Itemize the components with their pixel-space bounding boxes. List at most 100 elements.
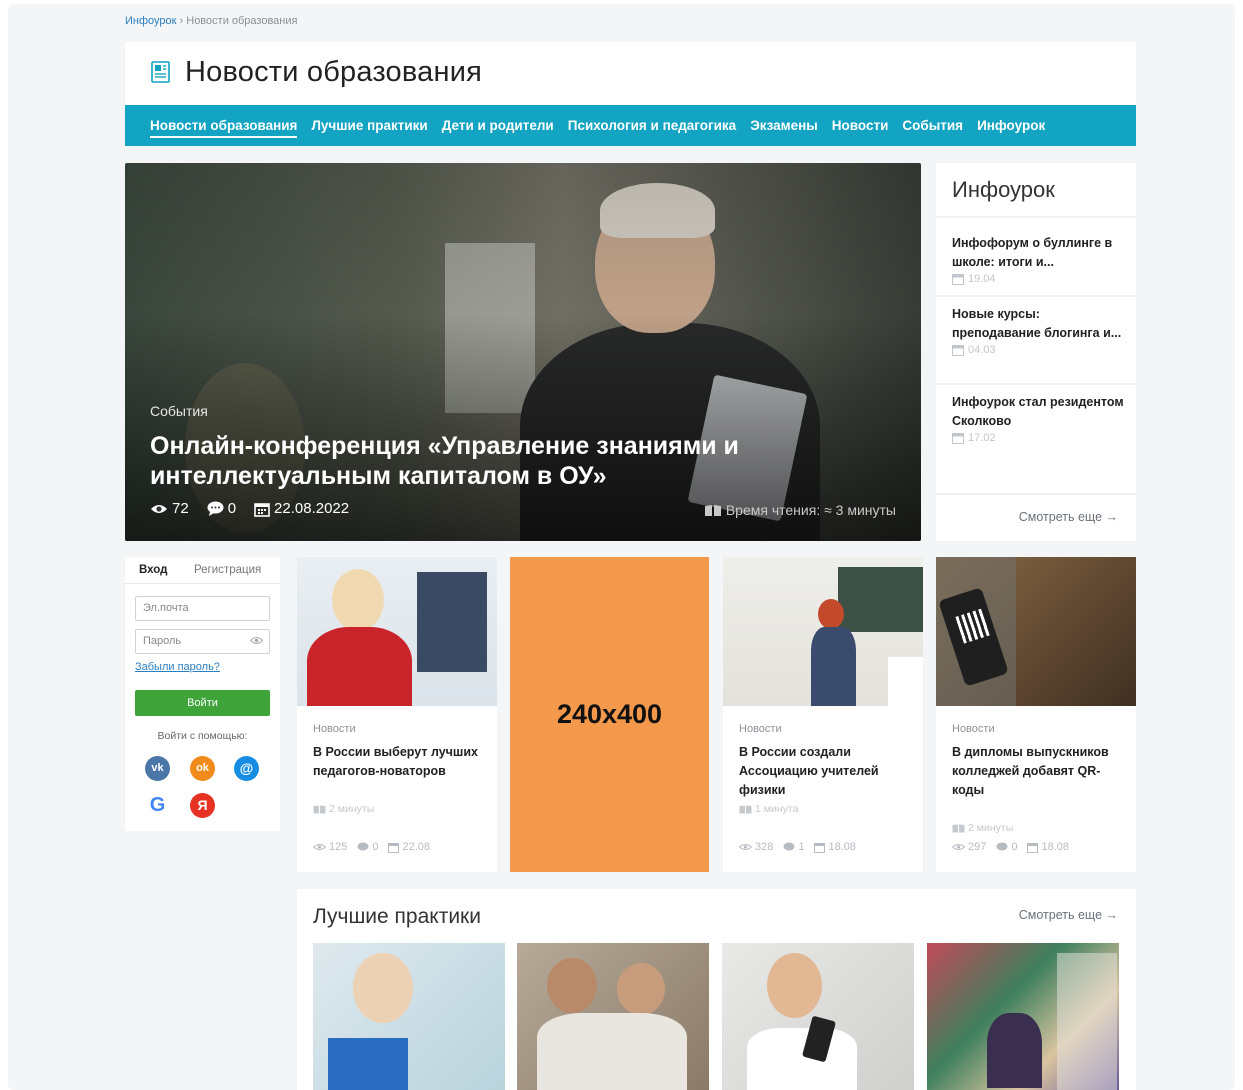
nav-item-infourok[interactable]: Инфоурок xyxy=(977,105,1045,146)
photo-snow xyxy=(1057,953,1117,1090)
sidebar-item-date: 17.02 xyxy=(952,432,1124,444)
nav-item-news[interactable]: Новости xyxy=(832,105,889,146)
hero-date-value: 22.08.2022 xyxy=(274,500,350,517)
news-card-views: 297 xyxy=(968,841,987,853)
practice-image[interactable] xyxy=(517,943,709,1090)
login-via-label: Войти с помощью: xyxy=(157,730,248,742)
practice-image[interactable] xyxy=(927,943,1119,1090)
photo-folder xyxy=(328,1038,408,1090)
hero-views: 72 xyxy=(150,500,189,517)
news-card[interactable]: Новости В России выберут лучших педагого… xyxy=(297,557,497,872)
news-card-image[interactable] xyxy=(297,557,497,706)
mail-ru-icon[interactable]: @ xyxy=(234,756,259,781)
comment-icon xyxy=(996,842,1008,851)
best-practices-more-link[interactable]: Смотреть еще → xyxy=(1019,908,1118,922)
breadcrumb-home-link[interactable]: Инфоурок xyxy=(125,15,176,27)
sidebar-more-link[interactable]: Смотреть еще → xyxy=(1019,510,1118,524)
news-card-views: 328 xyxy=(755,841,774,853)
password-field[interactable]: Пароль xyxy=(135,629,270,654)
nav-item-education-news[interactable]: Новости образования xyxy=(150,105,298,146)
hero-article[interactable]: События Онлайн-конференция «Управление з… xyxy=(125,163,921,541)
sidebar-item[interactable]: Новые курсы: преподавание блогинга и... … xyxy=(952,305,1124,356)
photo-face xyxy=(617,963,665,1015)
odnoklassniki-icon[interactable]: ok xyxy=(190,756,215,781)
photo-hair xyxy=(818,599,844,629)
news-card-category[interactable]: Новости xyxy=(313,723,356,735)
photo-face xyxy=(353,953,413,1023)
tab-register[interactable]: Регистрация xyxy=(194,564,261,576)
yandex-icon[interactable]: Я xyxy=(190,793,215,818)
news-card-read-time: 2 минуты xyxy=(313,803,374,815)
sidebar-item-title[interactable]: Новые курсы: преподавание блогинга и... xyxy=(952,305,1124,343)
book-icon xyxy=(704,504,721,516)
nav-item-exams[interactable]: Экзамены xyxy=(750,105,818,146)
page-title: Новости образования xyxy=(185,56,483,88)
vk-icon[interactable]: vk xyxy=(145,756,170,781)
book-icon xyxy=(313,805,326,813)
news-card-stats: 297 0 18.08 xyxy=(952,841,1079,853)
breadcrumb-separator: › xyxy=(179,15,184,27)
news-card-image[interactable] xyxy=(723,557,923,706)
sidebar-infourok: Инфоурок Инфофорум о буллинге в школе: и… xyxy=(936,163,1136,541)
news-card[interactable]: Новости В дипломы выпускников колледжей … xyxy=(936,557,1136,872)
sidebar-divider xyxy=(936,216,1136,218)
ad-banner[interactable]: 240x400 xyxy=(510,557,709,872)
news-card-read-time-text: 2 минуты xyxy=(329,803,375,815)
sidebar-item-date-value: 17.02 xyxy=(968,432,996,444)
newspaper-icon xyxy=(151,61,170,83)
login-widget: Вход Регистрация Эл.почта Пароль Забыли … xyxy=(125,557,280,831)
news-card-category[interactable]: Новости xyxy=(739,723,782,735)
photo-cabinet xyxy=(888,657,923,706)
news-card[interactable]: Новости В России создали Ассоциацию учит… xyxy=(723,557,923,872)
photo-child xyxy=(987,1013,1042,1088)
news-card-title[interactable]: В России создали Ассоциацию учителей физ… xyxy=(739,743,911,800)
comment-icon xyxy=(357,842,369,851)
nav-item-psychology[interactable]: Психология и педагогика xyxy=(568,105,736,146)
news-card-read-time: 1 минута xyxy=(739,803,798,815)
news-card-comments: 0 xyxy=(1011,841,1018,853)
password-placeholder: Пароль xyxy=(143,635,182,647)
hero-category[interactable]: События xyxy=(150,403,208,419)
photo-face xyxy=(332,569,384,631)
show-password-icon[interactable] xyxy=(250,636,263,645)
news-card-stats: 125 0 22.08 xyxy=(313,841,440,853)
sidebar-title: Инфоурок xyxy=(952,177,1055,202)
sidebar-divider xyxy=(936,383,1136,385)
calendar-icon xyxy=(254,502,270,517)
news-card-comments: 0 xyxy=(372,841,379,853)
eye-icon xyxy=(952,844,965,850)
email-field[interactable]: Эл.почта xyxy=(135,596,270,621)
forgot-password-link[interactable]: Забыли пароль? xyxy=(135,661,220,673)
news-card-category[interactable]: Новости xyxy=(952,723,995,735)
news-card-title[interactable]: В России выберут лучших педагогов-новато… xyxy=(313,743,485,781)
sidebar-item[interactable]: Инфофорум о буллинге в школе: итоги и...… xyxy=(952,234,1124,285)
login-button[interactable]: Войти xyxy=(135,690,270,716)
practice-image[interactable] xyxy=(722,943,914,1090)
sidebar-item-title[interactable]: Инфофорум о буллинге в школе: итоги и... xyxy=(952,234,1124,272)
hero-title[interactable]: Онлайн-конференция «Управление знаниями … xyxy=(150,431,870,491)
tab-login[interactable]: Вход xyxy=(139,564,167,576)
news-card-image[interactable] xyxy=(936,557,1136,706)
sidebar-item-title[interactable]: Инфоурок стал резидентом Сколково xyxy=(952,393,1124,431)
nav-item-children-parents[interactable]: Дети и родители xyxy=(442,105,554,146)
photo-jacket xyxy=(811,627,856,706)
nav-item-best-practices[interactable]: Лучшие практики xyxy=(311,105,427,146)
photo-face xyxy=(547,958,597,1013)
calendar-icon xyxy=(388,842,400,853)
sidebar-divider xyxy=(936,295,1136,297)
news-card-title[interactable]: В дипломы выпускников колледжей добавят … xyxy=(952,743,1124,800)
sidebar-item[interactable]: Инфоурок стал резидентом Сколково 17.02 xyxy=(952,393,1124,444)
eye-icon xyxy=(313,844,326,850)
google-icon[interactable]: G xyxy=(145,793,170,818)
sidebar-item-date-value: 19.04 xyxy=(968,273,996,285)
email-placeholder: Эл.почта xyxy=(143,602,189,614)
photo-sweater xyxy=(307,627,412,706)
best-practices-section: Лучшие практики Смотреть еще → xyxy=(297,889,1136,1090)
hero-views-count: 72 xyxy=(172,500,189,517)
eye-icon xyxy=(739,844,752,850)
nav-item-events[interactable]: События xyxy=(902,105,963,146)
hero-read-time: Время чтения: ≈ 3 минуты xyxy=(704,502,896,518)
breadcrumb: Инфоурок › Новости образования xyxy=(125,15,297,27)
calendar-icon xyxy=(952,433,964,444)
practice-image[interactable] xyxy=(313,943,505,1090)
